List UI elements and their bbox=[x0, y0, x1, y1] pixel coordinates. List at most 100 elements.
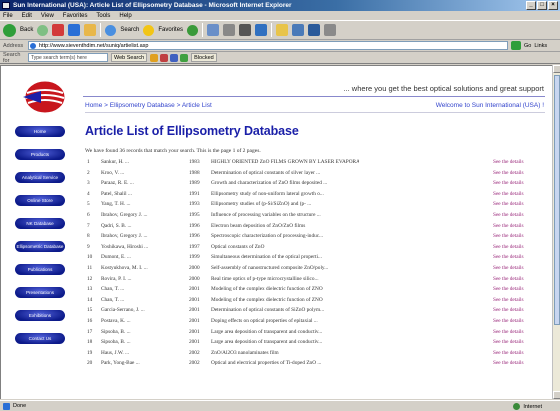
see-details-link[interactable]: See the details bbox=[493, 265, 524, 271]
row-author: Postava, K. ... bbox=[101, 317, 131, 324]
see-details-link[interactable]: See the details bbox=[493, 350, 524, 356]
menu-file[interactable]: File bbox=[3, 13, 13, 19]
menu-help[interactable]: Help bbox=[119, 13, 131, 19]
history-icon[interactable] bbox=[207, 24, 220, 36]
row-number: 18 bbox=[87, 339, 93, 346]
sidebar-item-home[interactable]: Home bbox=[15, 126, 65, 137]
search-icon[interactable] bbox=[105, 24, 117, 36]
scroll-down-arrow-icon[interactable] bbox=[553, 391, 560, 399]
go-button[interactable]: Go bbox=[524, 43, 531, 49]
scrollbar-thumb[interactable] bbox=[554, 75, 560, 325]
close-button[interactable]: × bbox=[548, 1, 558, 10]
see-details-link[interactable]: See the details bbox=[493, 244, 524, 250]
scroll-up-arrow-icon[interactable] bbox=[553, 65, 560, 73]
row-title: Determination of optical constants of si… bbox=[211, 169, 321, 176]
see-details-link[interactable]: See the details bbox=[493, 191, 524, 197]
breadcrumb[interactable]: Home > Ellipsometry Database > Article L… bbox=[85, 102, 212, 109]
search-label[interactable]: Search bbox=[120, 27, 139, 33]
home-icon[interactable] bbox=[84, 24, 97, 36]
popups-blocked-button[interactable]: Blocked bbox=[191, 53, 217, 62]
see-details-link[interactable]: See the details bbox=[493, 286, 524, 292]
see-details-link[interactable]: See the details bbox=[493, 233, 524, 239]
edit-icon[interactable] bbox=[255, 24, 268, 36]
see-details-link[interactable]: See the details bbox=[493, 180, 524, 186]
stop-icon[interactable] bbox=[52, 24, 65, 36]
see-details-link[interactable]: See the details bbox=[493, 297, 524, 303]
row-year: 2001 bbox=[189, 296, 200, 303]
row-year: 1996 bbox=[189, 233, 200, 240]
menu-edit[interactable]: Edit bbox=[22, 13, 32, 19]
see-details-link[interactable]: See the details bbox=[493, 318, 524, 324]
see-details-link[interactable]: See the details bbox=[493, 307, 524, 313]
row-number: 7 bbox=[87, 222, 90, 229]
see-details-link[interactable]: See the details bbox=[493, 212, 524, 218]
table-row: 3 Paraaz, R. E. ... 1989 Growth and charact… bbox=[85, 180, 545, 191]
row-author: Patel, Shalil ... bbox=[101, 190, 132, 197]
print-icon[interactable] bbox=[239, 24, 252, 36]
row-year: 1993 bbox=[189, 201, 200, 208]
tools-icon[interactable] bbox=[324, 24, 337, 36]
see-details-link[interactable]: See the details bbox=[493, 339, 524, 345]
favorites-label[interactable]: Favorites bbox=[158, 27, 183, 33]
table-row: 17 Sipsoba, B. ... 2001 Large area depositi… bbox=[85, 329, 545, 340]
highlight-icon[interactable] bbox=[150, 53, 159, 62]
sidebar-item-exhibitions[interactable]: Exhibitions bbox=[15, 310, 65, 321]
mail-icon[interactable] bbox=[223, 24, 236, 36]
media-icon[interactable] bbox=[187, 24, 199, 36]
sidebar-item-products[interactable]: Products bbox=[15, 149, 65, 160]
row-year: 1996 bbox=[189, 222, 200, 229]
maximize-button[interactable]: □ bbox=[537, 1, 547, 10]
row-number: 2 bbox=[87, 169, 90, 176]
table-row: 10 Dumont, E. ... 1999 Simultaneous determi… bbox=[85, 254, 545, 265]
popup-icon[interactable] bbox=[160, 53, 169, 62]
see-details-link[interactable]: See the details bbox=[493, 254, 524, 260]
menu-tools[interactable]: Tools bbox=[96, 13, 110, 19]
web-search-button[interactable]: Web Search bbox=[111, 53, 148, 62]
see-details-link[interactable]: See the details bbox=[493, 276, 524, 282]
sidebar-item-presentations[interactable]: Presentations bbox=[15, 287, 65, 298]
status-bar: Done Internet bbox=[0, 400, 560, 411]
messenger-icon[interactable] bbox=[292, 24, 305, 36]
vertical-scrollbar[interactable] bbox=[552, 65, 560, 399]
sidebar-item-publications[interactable]: Publications bbox=[15, 264, 65, 275]
refresh-icon[interactable] bbox=[68, 24, 81, 36]
row-number: 8 bbox=[87, 233, 90, 240]
see-details-link[interactable]: See the details bbox=[493, 201, 524, 207]
sidebar-item-analytical-service[interactable]: Analytical Service bbox=[15, 172, 65, 183]
info-icon[interactable] bbox=[170, 53, 179, 62]
forward-arrow-icon[interactable] bbox=[37, 24, 49, 36]
sidebar-item-ellipsometric-database[interactable]: Ellipsometric Database bbox=[15, 241, 65, 252]
row-title: ZnO/Al2O3 nanolaminates film bbox=[211, 349, 279, 356]
row-year: 2001 bbox=[189, 286, 200, 293]
minimize-button[interactable]: _ bbox=[526, 1, 536, 10]
options-icon[interactable] bbox=[180, 53, 189, 62]
see-details-link[interactable]: See the details bbox=[493, 159, 524, 165]
sidebar-item-nk-database[interactable]: NK Database bbox=[15, 218, 65, 229]
row-author: Chan, T. ... bbox=[101, 286, 125, 293]
row-title: Spectroscopic characterization of proces… bbox=[211, 233, 324, 240]
folder-icon[interactable] bbox=[276, 24, 289, 36]
address-bar: Address http://www.sieventhdim.net/suniq… bbox=[0, 40, 560, 52]
see-details-link[interactable]: See the details bbox=[493, 223, 524, 229]
row-year: 1988 bbox=[189, 169, 200, 176]
row-author: Haus, J.W. ... bbox=[101, 349, 130, 356]
go-arrow-icon[interactable] bbox=[511, 41, 521, 50]
address-input[interactable]: http://www.sieventhdim.net/suniq/artieli… bbox=[28, 41, 508, 50]
back-arrow-icon[interactable] bbox=[3, 23, 16, 37]
search-toolbar-icons bbox=[150, 53, 189, 62]
menu-favorites[interactable]: Favorites bbox=[63, 13, 88, 19]
search-input[interactable]: Type search term(s) here bbox=[28, 53, 108, 62]
favorites-star-icon[interactable] bbox=[143, 24, 155, 36]
table-row: 20 Park, Yong-Bae ... 2002 Optical and elec… bbox=[85, 360, 545, 371]
sidebar-item-contact-us[interactable]: Contact Us bbox=[15, 333, 65, 344]
see-details-link[interactable]: See the details bbox=[493, 329, 524, 335]
links-button[interactable]: Links bbox=[534, 43, 547, 49]
research-icon[interactable] bbox=[308, 24, 321, 36]
see-details-link[interactable]: See the details bbox=[493, 360, 524, 366]
menu-view[interactable]: View bbox=[41, 13, 54, 19]
sidebar-item-online-store[interactable]: Online Store bbox=[15, 195, 65, 206]
back-label[interactable]: Back bbox=[20, 27, 33, 33]
address-label: Address bbox=[3, 42, 24, 49]
see-details-link[interactable]: See the details bbox=[493, 170, 524, 176]
row-year: 1983 bbox=[189, 159, 200, 165]
